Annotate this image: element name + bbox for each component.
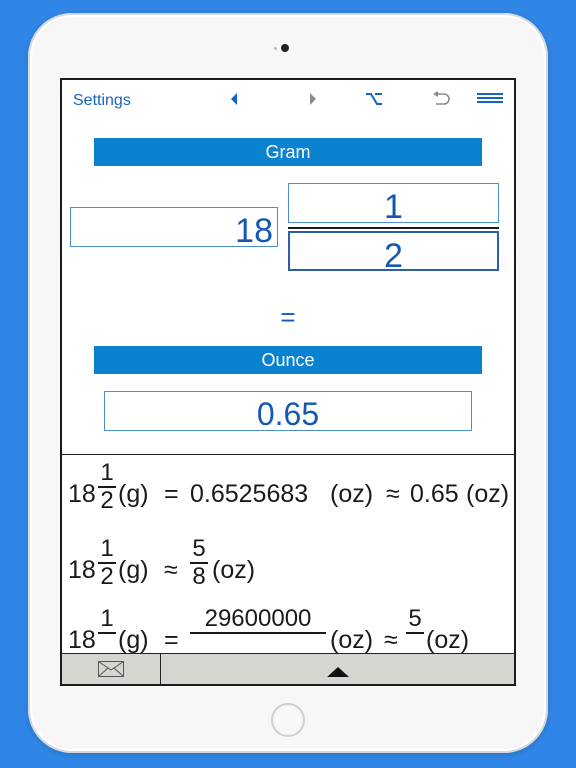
section-divider <box>62 454 514 455</box>
result-output: 0.65 <box>104 391 472 432</box>
to-unit-text: (oz) <box>212 556 256 584</box>
to-unit-text: (oz) <box>330 480 374 508</box>
fraction-bar <box>98 632 116 634</box>
fraction-result: 5 8 <box>190 536 208 590</box>
approx-sign: ≈ <box>384 626 398 654</box>
fraction-bar <box>190 632 326 634</box>
from-unit-text: (g) <box>118 556 149 584</box>
rounded-text: 0.65 <box>410 480 459 508</box>
fraction-line <box>288 227 499 229</box>
toolbar: Settings <box>62 80 514 124</box>
denominator-input[interactable]: 2 <box>288 231 499 275</box>
front-camera <box>281 44 289 52</box>
numerator-text: 1 <box>100 535 114 562</box>
decimal-text: 0.6525683 <box>190 480 309 508</box>
to-unit-text: (oz) <box>330 626 374 654</box>
undo-icon[interactable] <box>430 88 452 110</box>
numerator-text: 1 <box>100 605 114 632</box>
whole-number-input[interactable]: 18 <box>70 207 278 250</box>
relation-sign: = <box>164 480 179 508</box>
to-unit-button[interactable]: Ounce <box>94 346 482 374</box>
arrow-right-icon[interactable] <box>307 88 319 110</box>
mixed-fraction: 1 2 <box>98 460 116 514</box>
whole-text: 18 <box>68 556 96 584</box>
app-screen: Settings Gram 18 1 2 = Ounce 0.65 18 1 2… <box>60 78 516 686</box>
big-fraction: 29600000 <box>190 606 326 634</box>
denominator-text: 2 <box>100 486 114 514</box>
numerator-text: 1 <box>100 459 114 486</box>
whole-text: 18 <box>68 626 96 654</box>
fraction-bar <box>406 632 424 634</box>
denominator-text: 8 <box>192 562 206 590</box>
to-unit-text: (oz) <box>426 626 470 654</box>
menu-icon[interactable] <box>476 88 504 110</box>
approx-sign: ≈ <box>386 480 400 508</box>
numerator-input[interactable]: 1 <box>288 183 499 226</box>
approx-sign: ≈ <box>164 556 178 584</box>
sensor-dot <box>274 47 277 50</box>
mail-icon <box>98 661 124 677</box>
relation-sign: = <box>164 626 179 654</box>
from-unit-text: (g) <box>118 626 149 654</box>
whole-text: 18 <box>68 480 96 508</box>
mixed-fraction: 1 2 <box>98 536 116 590</box>
equals-sign: = <box>280 302 296 332</box>
mixed-fraction: 1 <box>98 606 116 634</box>
numerator-text: 5 <box>408 605 422 632</box>
mail-button[interactable] <box>62 654 161 684</box>
expand-button[interactable] <box>161 654 514 684</box>
from-unit-text: (g) <box>118 480 149 508</box>
option-key-icon[interactable] <box>364 88 384 110</box>
arrow-left-icon[interactable] <box>228 88 240 110</box>
rounded-unit-text: (oz) <box>466 480 510 508</box>
bottom-bar <box>62 653 514 684</box>
triangle-up-icon <box>327 667 349 677</box>
denominator-text: 2 <box>100 562 114 590</box>
from-unit-button[interactable]: Gram <box>94 138 482 166</box>
numerator-text: 5 <box>192 535 206 562</box>
fraction-result: 5 <box>406 606 424 634</box>
home-button[interactable] <box>271 703 305 737</box>
settings-button[interactable]: Settings <box>73 92 131 110</box>
numerator-text: 29600000 <box>204 605 312 632</box>
